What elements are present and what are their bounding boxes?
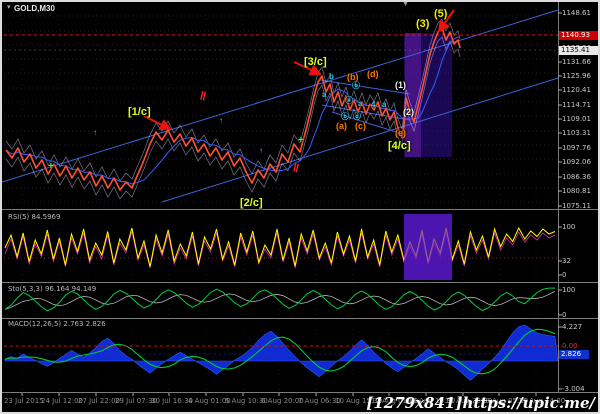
wave-annotation: + [48,161,54,172]
macd-value-label: 2.826 [559,350,589,359]
price-axis-label: 1086.36 [562,173,591,181]
wave-annotation: (1) [395,80,406,90]
indicator-axis-label: 100 [562,286,576,294]
wave-annotation: a [358,99,363,108]
band-upper [5,18,461,182]
price-axis-label: 1092.06 [562,158,591,166]
price-axis-label: 1148.61 [562,9,591,17]
time-axis-label: 23 Jul 2015 [4,397,44,405]
price-axis-label: 1103.31 [562,129,591,137]
wave-annotation: [4/c] [388,140,411,152]
time-axis-label: 27 Jul 22:00 [78,397,120,405]
wave-annotation: [1/c] [128,106,151,118]
price-axis-label: 1109.01 [562,115,591,123]
wave-annotation: ⓓ [353,112,361,121]
trendline[interactable] [161,77,559,203]
wave-annotation: ⓐ [345,96,353,105]
indicator-axis-label: -3.004 [562,385,585,393]
wave-annotation: (3) [416,18,430,30]
wave-annotation: [3/c] [304,56,327,68]
period-marker-icon: ▼ [402,1,409,8]
wave-annotation: b [329,72,334,81]
stochastic-indicator-label: Sto(5,3,3) 96.164 94.149 [8,285,97,293]
indicator-axis-label: 0 [562,311,567,319]
wave-annotation: (c) [355,121,366,131]
price-axis-label: 1125.96 [562,72,591,80]
wave-annotation: (a) [336,121,347,131]
price-axis-label: 1120.41 [562,86,591,94]
chart-canvas[interactable] [2,2,600,414]
wave-annotation: a [382,100,387,109]
macd-indicator-label: MACD(12,26,5) 2.763 2.826 [8,320,106,328]
wave-annotation: ↑ [93,128,97,137]
wave-annotation: ↑ [259,146,263,155]
mt4-chart-window: ▾ GOLD,M30 ▼ 1148.611137.261131.661125.9… [0,0,600,414]
stoch-signal-line [4,290,556,310]
price-axis-label: 1075.11 [562,202,591,210]
alert-price-label: 1140.93 [559,31,598,40]
price-axis-label: 1097.76 [562,144,591,152]
wave-annotation: ⓑ [352,81,360,90]
wave-annotation: 4 [371,100,376,109]
price-axis-label: 1114.71 [562,101,591,109]
wave-annotation: a [322,90,327,99]
wave-annotation: (d) [367,69,379,79]
indicator-axis-label: 100 [562,223,576,231]
indicator-axis-label: 4.227 [562,323,583,331]
wave-annotation: (e) [395,128,406,138]
wave-annotation: ↑ [219,116,223,125]
price-axis-label: 1131.66 [562,58,591,66]
wave-annotation: ⓑ [341,112,349,121]
wave-annotation: (2) [403,107,414,117]
price-axis-label: 1080.81 [562,187,591,195]
bid-price-label: 1135.41 [559,46,598,55]
wave-annotation: [2/c] [240,197,263,209]
indicator-axis-label: 0 [562,271,567,279]
indicator-axis-label: 32 [562,257,571,265]
time-axis-label: 24 Jul 12:00 [41,397,83,405]
wave-annotation: + [298,135,304,146]
chart-symbol-title: GOLD,M30 [14,4,55,13]
watermark-caption: [1279x841]https://upic.me/ [366,394,595,412]
rsi-indicator-label: RSI(5) 84.5969 [8,213,61,221]
trendline[interactable] [2,9,559,183]
wave-annotation: (5) [434,8,448,20]
time-axis-label: 30 Jul 16:30 [151,397,193,405]
symbol-icon: ▾ [7,4,11,11]
rsi-highlight-box [404,214,452,280]
macd-zero-label: 0.00 [562,342,578,350]
